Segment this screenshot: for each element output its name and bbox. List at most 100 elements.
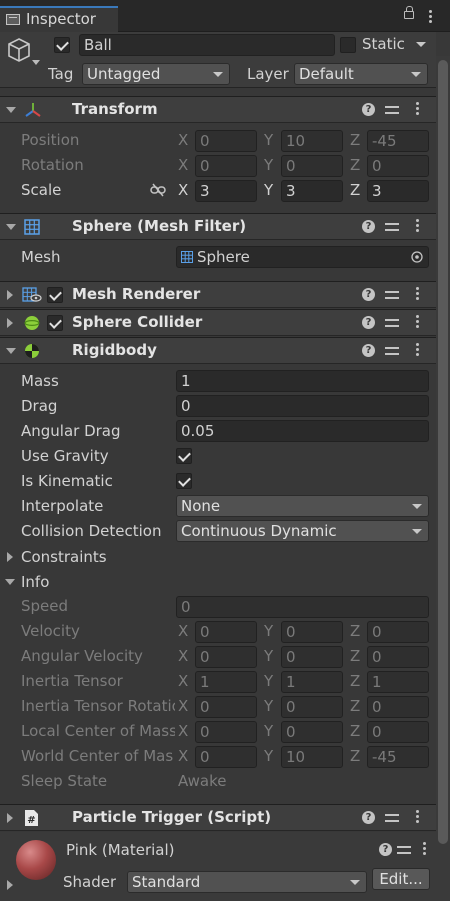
- layer-dropdown[interactable]: Default: [294, 63, 428, 85]
- angular-drag-field[interactable]: 0.05: [176, 420, 429, 442]
- presets-icon[interactable]: [385, 288, 399, 302]
- presets-icon[interactable]: [385, 220, 399, 234]
- particle-trigger-header[interactable]: # Particle Trigger (Script) ?: [0, 804, 436, 831]
- mesh-filter-header[interactable]: Sphere (Mesh Filter) ?: [0, 213, 436, 240]
- rotation-z-field[interactable]: 0: [367, 155, 429, 177]
- mesh-label: Mesh: [21, 248, 61, 266]
- constraints-label[interactable]: Constraints: [21, 548, 107, 566]
- rigidbody-header[interactable]: Rigidbody ?: [0, 337, 436, 364]
- mesh-renderer-header[interactable]: Mesh Renderer ?: [0, 281, 436, 308]
- local-center-of-mass-z-field: 0: [367, 721, 429, 743]
- mesh-renderer-title: Mesh Renderer: [72, 285, 201, 303]
- axis-z-label: Z: [350, 181, 361, 199]
- presets-icon[interactable]: [385, 811, 399, 825]
- interpolate-dropdown[interactable]: None: [176, 495, 429, 517]
- material-menu-icon[interactable]: [423, 842, 427, 856]
- lock-icon[interactable]: [404, 6, 414, 19]
- script-icon: #: [25, 810, 38, 826]
- axis-x-label: X: [178, 131, 189, 149]
- is-kinematic-label: Is Kinematic: [21, 472, 113, 490]
- info-label[interactable]: Info: [21, 573, 49, 591]
- collision-detection-label: Collision Detection: [21, 522, 162, 540]
- help-icon[interactable]: ?: [362, 288, 375, 301]
- axis-x-label: X: [178, 697, 189, 715]
- mesh-object-field[interactable]: Sphere: [176, 246, 429, 268]
- mass-field[interactable]: 1: [176, 370, 429, 392]
- presets-icon[interactable]: [385, 316, 399, 330]
- constrain-proportions-icon[interactable]: [150, 183, 166, 197]
- mesh-grid-icon: [24, 219, 40, 235]
- name-field[interactable]: Ball: [79, 34, 335, 56]
- foldout-open-icon[interactable]: [6, 107, 16, 113]
- help-icon[interactable]: ?: [362, 103, 375, 116]
- rotation-y-field[interactable]: 0: [281, 155, 343, 177]
- shader-label: Shader: [63, 873, 117, 891]
- axis-y-label: Y: [264, 181, 274, 199]
- static-dropdown-icon[interactable]: [416, 42, 426, 47]
- axis-z-label: Z: [350, 697, 361, 715]
- static-checkbox[interactable]: [340, 37, 356, 53]
- rotation-label: Rotation: [21, 156, 84, 174]
- help-icon[interactable]: ?: [362, 316, 375, 329]
- help-icon[interactable]: ?: [362, 811, 375, 824]
- position-x-field[interactable]: 0: [195, 130, 257, 152]
- collision-detection-dropdown[interactable]: Continuous Dynamic: [176, 520, 429, 542]
- rotation-x-field[interactable]: 0: [195, 155, 257, 177]
- transform-axes-icon: [25, 103, 41, 117]
- icon-dropdown-icon[interactable]: [32, 60, 40, 65]
- help-icon[interactable]: ?: [362, 220, 375, 233]
- tag-dropdown[interactable]: Untagged: [82, 63, 230, 85]
- presets-icon[interactable]: [397, 843, 411, 857]
- angular-velocity-label: Angular Velocity: [21, 647, 143, 665]
- scrollbar-thumb[interactable]: [438, 60, 448, 844]
- scale-y-field[interactable]: 3: [281, 180, 343, 202]
- speed-field: 0: [176, 596, 429, 618]
- component-menu-icon[interactable]: [416, 287, 420, 301]
- inertia-tensor-x-field: 1: [195, 671, 257, 693]
- sphere-collider-header[interactable]: Sphere Collider ?: [0, 309, 436, 336]
- is-kinematic-checkbox[interactable]: [176, 473, 192, 489]
- use-gravity-checkbox[interactable]: [176, 448, 192, 464]
- axis-y-label: Y: [264, 722, 274, 740]
- component-menu-icon[interactable]: [416, 315, 420, 329]
- scale-z-field[interactable]: 3: [367, 180, 429, 202]
- axis-y-label: Y: [264, 747, 274, 765]
- constraints-foldout-icon[interactable]: [7, 552, 13, 562]
- axis-x-label: X: [178, 622, 189, 640]
- transform-header[interactable]: Transform ?: [0, 96, 436, 123]
- component-menu-icon[interactable]: [416, 102, 420, 116]
- mesh-renderer-enabled-checkbox[interactable]: [47, 287, 63, 303]
- shader-dropdown[interactable]: Standard: [127, 871, 367, 893]
- foldout-open-icon[interactable]: [6, 224, 16, 230]
- local-center-of-mass-y-field: 0: [281, 721, 343, 743]
- foldout-closed-icon[interactable]: [7, 318, 13, 328]
- axis-x-label: X: [178, 747, 189, 765]
- sphere-collider-enabled-checkbox[interactable]: [47, 315, 63, 331]
- drag-field[interactable]: 0: [176, 395, 429, 417]
- tab-inspector[interactable]: Inspector: [0, 6, 118, 32]
- window-menu-icon[interactable]: [429, 10, 433, 24]
- presets-icon[interactable]: [385, 344, 399, 358]
- mass-label: Mass: [21, 372, 59, 390]
- scale-x-field[interactable]: 3: [195, 180, 257, 202]
- edit-shader-button[interactable]: Edit...: [372, 868, 430, 890]
- active-checkbox[interactable]: [54, 37, 70, 53]
- axis-z-label: Z: [350, 672, 361, 690]
- foldout-closed-icon[interactable]: [7, 290, 13, 300]
- axis-x-label: X: [178, 647, 189, 665]
- position-y-field[interactable]: 10: [281, 130, 343, 152]
- component-menu-icon[interactable]: [416, 343, 420, 357]
- static-label: Static: [362, 35, 405, 53]
- help-icon[interactable]: ?: [379, 843, 392, 856]
- foldout-closed-icon[interactable]: [7, 813, 13, 823]
- foldout-open-icon[interactable]: [6, 348, 16, 354]
- material-foldout-icon[interactable]: [7, 880, 13, 890]
- info-foldout-icon[interactable]: [5, 579, 15, 585]
- component-menu-icon[interactable]: [416, 810, 420, 824]
- object-picker-icon[interactable]: [411, 251, 423, 263]
- presets-icon[interactable]: [385, 103, 399, 117]
- material-preview-sphere[interactable]: [16, 840, 56, 880]
- component-menu-icon[interactable]: [416, 219, 420, 233]
- position-z-field[interactable]: -45: [367, 130, 429, 152]
- help-icon[interactable]: ?: [362, 344, 375, 357]
